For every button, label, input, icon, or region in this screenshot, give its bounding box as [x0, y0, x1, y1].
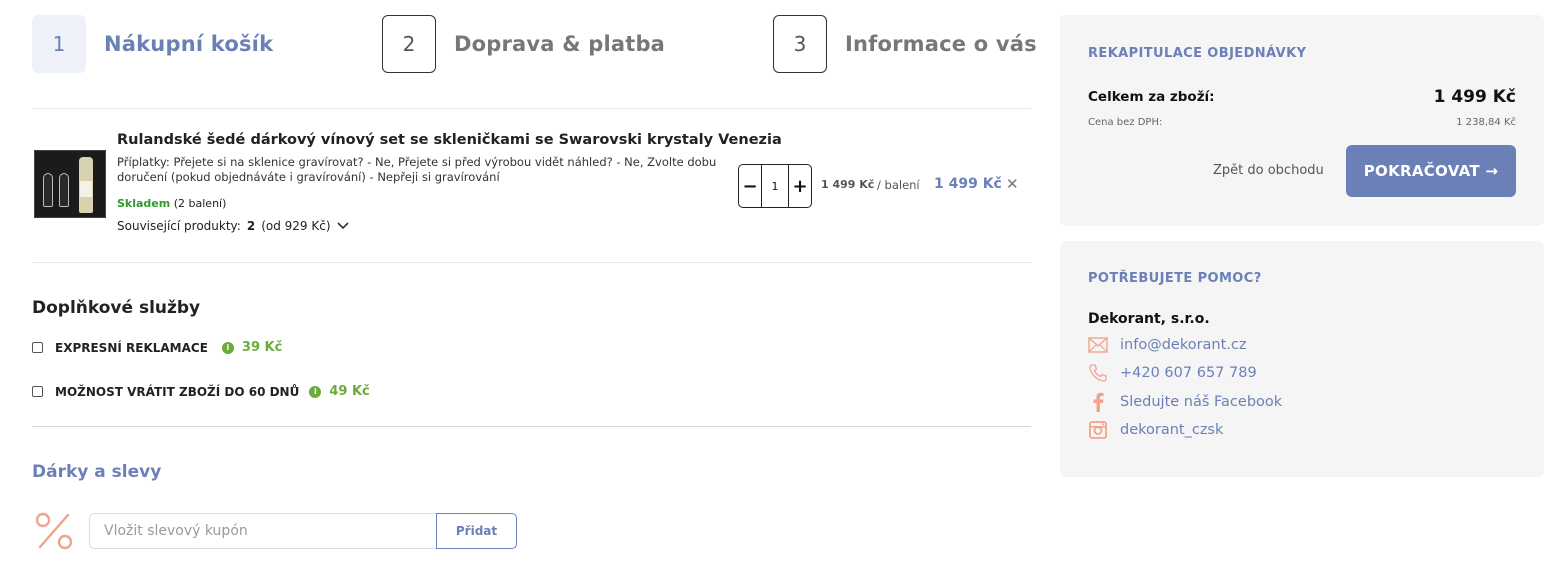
info-icon[interactable]: i: [221, 341, 234, 354]
step-shipping-payment[interactable]: 2 Doprava & platba: [382, 15, 665, 73]
contact-phone[interactable]: +420 607 657 789: [1088, 363, 1257, 383]
service-express-claim[interactable]: EXPRESNÍ REKLAMACE i 39 Kč: [32, 340, 282, 355]
order-summary-panel: REKAPITULACE OBJEDNÁVKY Celkem za zboží:…: [1060, 15, 1544, 226]
stock-detail: (2 balení): [173, 197, 227, 210]
step-label: Doprava & platba: [454, 32, 666, 56]
step-customer-info[interactable]: 3 Informace o vás: [773, 15, 1037, 73]
contact-facebook[interactable]: Sledujte náš Facebook: [1088, 392, 1282, 412]
divider: [32, 262, 1031, 263]
step-number: 3: [773, 15, 827, 73]
services-title: Doplňkové služby: [32, 298, 201, 318]
related-count: 2: [246, 219, 256, 233]
help-title: POTŘEBUJETE POMOC?: [1088, 271, 1262, 286]
stock-status: Skladem (2 balení): [117, 197, 226, 210]
glass-graphic: [43, 173, 53, 207]
unit-price: 1 499 Kč: [821, 178, 875, 191]
product-extras: Příplatky: Přejete si na sklenice gravír…: [117, 155, 717, 184]
step-number: 1: [32, 15, 86, 73]
net-price-value: 1 238,84 Kč: [1456, 117, 1516, 128]
quantity-stepper[interactable]: − 1 +: [738, 164, 812, 208]
phone-icon: [1088, 363, 1108, 383]
coupon-input[interactable]: [89, 513, 437, 549]
decrease-button[interactable]: −: [739, 165, 761, 207]
step-cart[interactable]: 1 Nákupní košík: [32, 15, 273, 73]
company-name: Dekorant, s.r.o.: [1088, 311, 1210, 327]
back-to-shop-link[interactable]: Zpět do obchodu: [1213, 163, 1324, 178]
service-return-60-days[interactable]: MOŽNOST VRÁTIT ZBOŽÍ DO 60 DNŮ i 49 Kč: [32, 384, 370, 399]
stock-label: Skladem: [117, 197, 171, 210]
chevron-down-icon: [336, 222, 349, 230]
service-checkbox[interactable]: [32, 342, 43, 353]
info-icon[interactable]: i: [309, 385, 322, 398]
service-price: 39 Kč: [241, 340, 283, 355]
service-checkbox[interactable]: [32, 386, 43, 397]
related-from: (od 929 Kč): [261, 219, 331, 233]
continue-button[interactable]: POKRAČOVAT →: [1346, 145, 1516, 197]
divider: [32, 426, 1031, 427]
email-link[interactable]: info@dekorant.cz: [1120, 337, 1247, 353]
facebook-icon: [1088, 392, 1108, 412]
quantity-value[interactable]: 1: [761, 165, 789, 207]
help-panel: POTŘEBUJETE POMOC? Dekorant, s.r.o. info…: [1060, 241, 1544, 477]
percent-icon: [35, 512, 73, 550]
product-image[interactable]: [34, 150, 106, 218]
envelope-icon: [1088, 335, 1108, 355]
related-products-toggle[interactable]: Související produkty: 2 (od 929 Kč): [117, 219, 349, 233]
service-price: 49 Kč: [329, 384, 370, 399]
remove-item-icon[interactable]: ✕: [1006, 175, 1019, 193]
service-label: EXPRESNÍ REKLAMACE: [55, 340, 208, 355]
glass-graphic: [59, 173, 69, 207]
apply-coupon-button[interactable]: Přidat: [436, 513, 517, 549]
instagram-link[interactable]: dekorant_czsk: [1120, 422, 1223, 438]
net-price-label: Cena bez DPH:: [1088, 117, 1163, 128]
service-label: MOŽNOST VRÁTIT ZBOŽÍ DO 60 DNŮ: [55, 384, 300, 399]
total-label: Celkem za zboží:: [1088, 89, 1215, 105]
instagram-icon: [1088, 420, 1108, 440]
gifts-title: Dárky a slevy: [32, 462, 162, 482]
step-number: 2: [382, 15, 436, 73]
per-unit-label: / balení: [877, 178, 920, 192]
contact-instagram[interactable]: dekorant_czsk: [1088, 420, 1223, 440]
total-value: 1 499 Kč: [1433, 87, 1516, 107]
contact-email[interactable]: info@dekorant.cz: [1088, 335, 1247, 355]
facebook-link[interactable]: Sledujte náš Facebook: [1120, 394, 1282, 410]
step-label: Informace o vás: [845, 32, 1037, 56]
related-label: Související produkty:: [117, 219, 241, 233]
bottle-graphic: [79, 157, 93, 213]
phone-link[interactable]: +420 607 657 789: [1120, 365, 1257, 381]
step-label: Nákupní košík: [104, 32, 274, 56]
line-total: 1 499 Kč: [934, 176, 1002, 192]
divider: [32, 108, 1031, 109]
increase-button[interactable]: +: [789, 165, 811, 207]
product-title[interactable]: Rulandské šedé dárkový vínový set se skl…: [117, 132, 782, 148]
summary-title: REKAPITULACE OBJEDNÁVKY: [1088, 46, 1307, 61]
